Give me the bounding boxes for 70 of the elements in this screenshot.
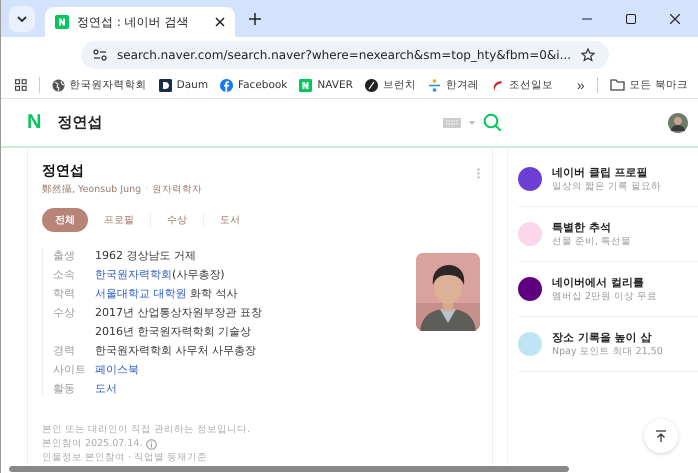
close-icon[interactable] bbox=[215, 17, 225, 28]
apps-icon[interactable] bbox=[15, 79, 27, 92]
bookmark[interactable]: Daum bbox=[158, 78, 208, 92]
info-value: (사무총장) bbox=[172, 268, 225, 281]
bookmark-folder[interactable]: 모든 북마크 bbox=[610, 78, 688, 92]
folder-icon bbox=[610, 79, 625, 92]
profile-tab[interactable]: 도서 bbox=[214, 208, 246, 232]
info-label: 소속 bbox=[53, 267, 76, 283]
info-label: 활동 bbox=[53, 381, 76, 397]
info-label: 경력 bbox=[53, 343, 76, 359]
promo-icon bbox=[518, 222, 542, 246]
url-text: search.naver.com/search.naver?where=nexearch&sm=top_hty&fbm=0&i... bbox=[117, 48, 572, 62]
date-text: 본인참여 2025.07.14. bbox=[42, 437, 142, 451]
info-value: 2016년 한국원자력학회 기술상 bbox=[95, 325, 251, 338]
promo-item[interactable]: 특별한 추석 선물 준비, 특선물 bbox=[518, 207, 698, 262]
promo-item[interactable]: 네이버 클립 프로필 일상의 짧은 기록 필요하 bbox=[518, 152, 698, 207]
address-bar[interactable]: search.naver.com/search.naver?where=nexearch&sm=top_hty&fbm=0&i... bbox=[81, 40, 610, 69]
globe-icon bbox=[52, 78, 65, 92]
arrow-up-icon bbox=[655, 430, 667, 442]
avatar-icon[interactable] bbox=[668, 112, 688, 132]
info-link[interactable]: 페이스북 bbox=[95, 363, 139, 376]
info-value: 한국원자력학회 사무처 사무총장 bbox=[95, 344, 256, 357]
bookmark[interactable]: 한겨레 bbox=[428, 78, 479, 92]
info-value: 2017년 산업통상자원부장관 표창 bbox=[95, 306, 262, 319]
star-icon[interactable] bbox=[581, 48, 596, 62]
bookmark[interactable]: 한국원자력학회 bbox=[52, 78, 147, 92]
tab-search-button[interactable] bbox=[9, 6, 35, 32]
naver-icon bbox=[55, 15, 69, 30]
close-icon[interactable] bbox=[670, 14, 680, 24]
info-value: 화학 석사 bbox=[188, 287, 238, 300]
tab-title: 정연섭 : 네이버 검색 bbox=[77, 14, 190, 31]
scrollbar-thumb[interactable] bbox=[9, 466, 569, 472]
profile-tab[interactable]: 프로필 bbox=[98, 208, 140, 232]
bookmark[interactable]: NAVER bbox=[299, 78, 353, 92]
person-alias: 鄭然攝, Yeonsub Jung bbox=[42, 183, 142, 196]
bookmark[interactable]: 조선일보 bbox=[490, 78, 553, 92]
bookmark[interactable]: Facebook bbox=[220, 78, 288, 92]
person-job: 원자력학자 bbox=[152, 183, 202, 196]
promo-icon bbox=[518, 277, 542, 301]
new-tab-icon[interactable] bbox=[249, 12, 261, 25]
maximize-icon[interactable] bbox=[626, 14, 636, 24]
search-query[interactable]: 정연섭 bbox=[57, 113, 102, 132]
pen-nib-icon bbox=[364, 78, 378, 92]
info-label: 사이트 bbox=[53, 362, 87, 378]
info-link[interactable]: 도서 bbox=[95, 382, 117, 395]
bookmark[interactable]: 브런치 bbox=[364, 78, 416, 92]
promo-item[interactable]: 장소 기록을 높이 삽 Npay 포인트 최대 21,50 bbox=[518, 317, 698, 372]
info-label: 출생 bbox=[53, 248, 76, 264]
info-link[interactable]: 서울대학교 대학원 bbox=[95, 287, 186, 300]
notice-text: 본인 또는 대리인이 직접 관리하는 정보입니다. bbox=[42, 423, 252, 437]
info-icon[interactable] bbox=[146, 438, 158, 450]
info-link[interactable]: 한국원자력학회 bbox=[95, 268, 172, 281]
browser-tab[interactable]: 정연섭 : 네이버 검색 bbox=[45, 7, 235, 38]
promo-icon bbox=[518, 167, 542, 191]
promo-icon bbox=[518, 332, 542, 356]
info-value: 1962 경상남도 거제 bbox=[95, 249, 196, 262]
site-settings-icon[interactable] bbox=[93, 48, 107, 61]
facebook-icon bbox=[220, 78, 234, 92]
chevron-down-icon bbox=[17, 14, 27, 23]
promo-item[interactable]: 네이버에서 컬리를 멤버십 2만원 이상 무료 bbox=[518, 262, 698, 317]
scroll-top-button[interactable] bbox=[644, 419, 678, 453]
d-logo-icon bbox=[158, 78, 172, 92]
divide-sign-icon bbox=[428, 78, 441, 92]
more-bookmarks-button[interactable]: » bbox=[576, 77, 585, 94]
profile-tab[interactable]: 수상 bbox=[161, 208, 193, 232]
person-name: 정연섭 bbox=[42, 162, 85, 180]
info-label: 수상 bbox=[53, 305, 76, 321]
info-label: 학력 bbox=[53, 286, 76, 302]
naver-icon bbox=[299, 78, 312, 92]
separator-dot: · bbox=[145, 183, 148, 196]
